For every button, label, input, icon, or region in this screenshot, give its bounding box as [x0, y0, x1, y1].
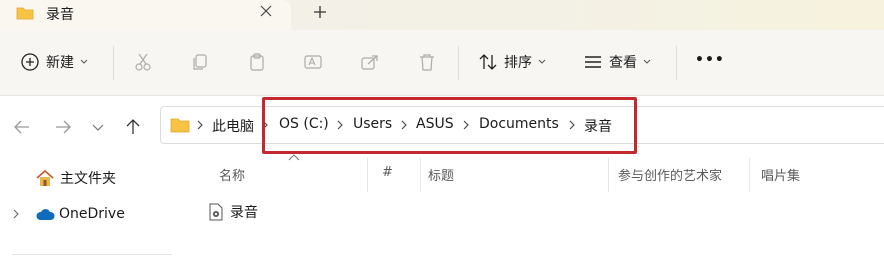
rename-icon: [304, 55, 322, 69]
copy-icon: [193, 54, 207, 70]
sidebar-item-onedrive[interactable]: OneDrive: [12, 206, 125, 222]
command-bar: 新建 排序 查看 •••: [0, 30, 884, 96]
recent-locations-chevron-icon[interactable]: [91, 117, 111, 137]
clipboard-icon: [250, 53, 264, 71]
sort-ascending-caret-icon: [288, 154, 300, 161]
sidebar-item-home[interactable]: 主文件夹: [35, 168, 116, 188]
divider: [12, 254, 172, 255]
column-header-number[interactable]: #: [382, 165, 393, 180]
column-divider[interactable]: [608, 158, 609, 192]
cut-button[interactable]: [133, 52, 153, 72]
more-options-button[interactable]: •••: [695, 52, 725, 68]
file-list: 名称 # 标题 参与创作的艺术家 唱片集 录音: [184, 154, 884, 280]
copy-button[interactable]: [190, 52, 210, 72]
share-icon: [361, 55, 378, 70]
plus-circle-icon: [21, 53, 39, 71]
chevron-down-icon: [80, 59, 88, 64]
file-row[interactable]: 录音: [208, 202, 258, 222]
sort-button[interactable]: 排序: [478, 52, 546, 72]
column-header-title[interactable]: 标题: [428, 165, 454, 184]
delete-button[interactable]: [417, 52, 437, 72]
column-divider[interactable]: [420, 158, 421, 192]
view-list-icon: [585, 56, 601, 68]
audio-file-icon: [209, 203, 223, 221]
column-header-contributing-artists[interactable]: 参与创作的艺术家: [618, 165, 722, 184]
navigation-pane: 主文件夹 OneDrive: [0, 156, 184, 280]
close-icon[interactable]: [258, 3, 274, 19]
new-button[interactable]: 新建: [20, 52, 88, 72]
chevron-right-icon: [197, 120, 203, 130]
up-arrow-icon[interactable]: [123, 117, 143, 137]
tab-recordings[interactable]: 录音: [0, 0, 291, 30]
home-icon: [36, 169, 54, 186]
separator: [458, 46, 459, 80]
folder-icon: [170, 117, 190, 137]
highlight-box: [262, 97, 637, 154]
forward-arrow-icon[interactable]: [53, 117, 73, 137]
rename-button[interactable]: [303, 52, 323, 72]
file-name: 录音: [230, 205, 258, 221]
chevron-down-icon: [643, 59, 651, 64]
separator: [676, 46, 677, 80]
column-header-album[interactable]: 唱片集: [761, 165, 800, 184]
column-header-name[interactable]: 名称: [219, 165, 245, 184]
more-icon: •••: [695, 52, 725, 68]
cloud-icon: [36, 209, 55, 220]
sidebar-item-label: 主文件夹: [60, 171, 116, 187]
chevron-right-icon[interactable]: [12, 209, 20, 219]
tab-title: 录音: [46, 7, 74, 23]
back-arrow-icon[interactable]: [12, 117, 32, 137]
breadcrumb-this-pc[interactable]: 此电脑: [212, 116, 254, 136]
share-button[interactable]: [360, 52, 380, 72]
sidebar-item-label: OneDrive: [59, 206, 125, 222]
paste-button[interactable]: [247, 52, 267, 72]
column-divider[interactable]: [367, 158, 368, 192]
title-bar: 录音: [0, 0, 884, 30]
view-button[interactable]: 查看: [583, 52, 651, 72]
separator: [113, 46, 114, 80]
sort-icon: [479, 54, 497, 70]
trash-icon: [420, 54, 434, 71]
scissors-icon: [135, 53, 151, 71]
chevron-down-icon: [538, 59, 546, 64]
sort-button-label: 排序: [504, 55, 532, 71]
view-button-label: 查看: [609, 55, 637, 71]
new-tab-plus-icon[interactable]: [311, 3, 329, 21]
new-button-label: 新建: [46, 55, 74, 71]
folder-icon: [16, 6, 34, 24]
column-divider[interactable]: [749, 158, 750, 192]
